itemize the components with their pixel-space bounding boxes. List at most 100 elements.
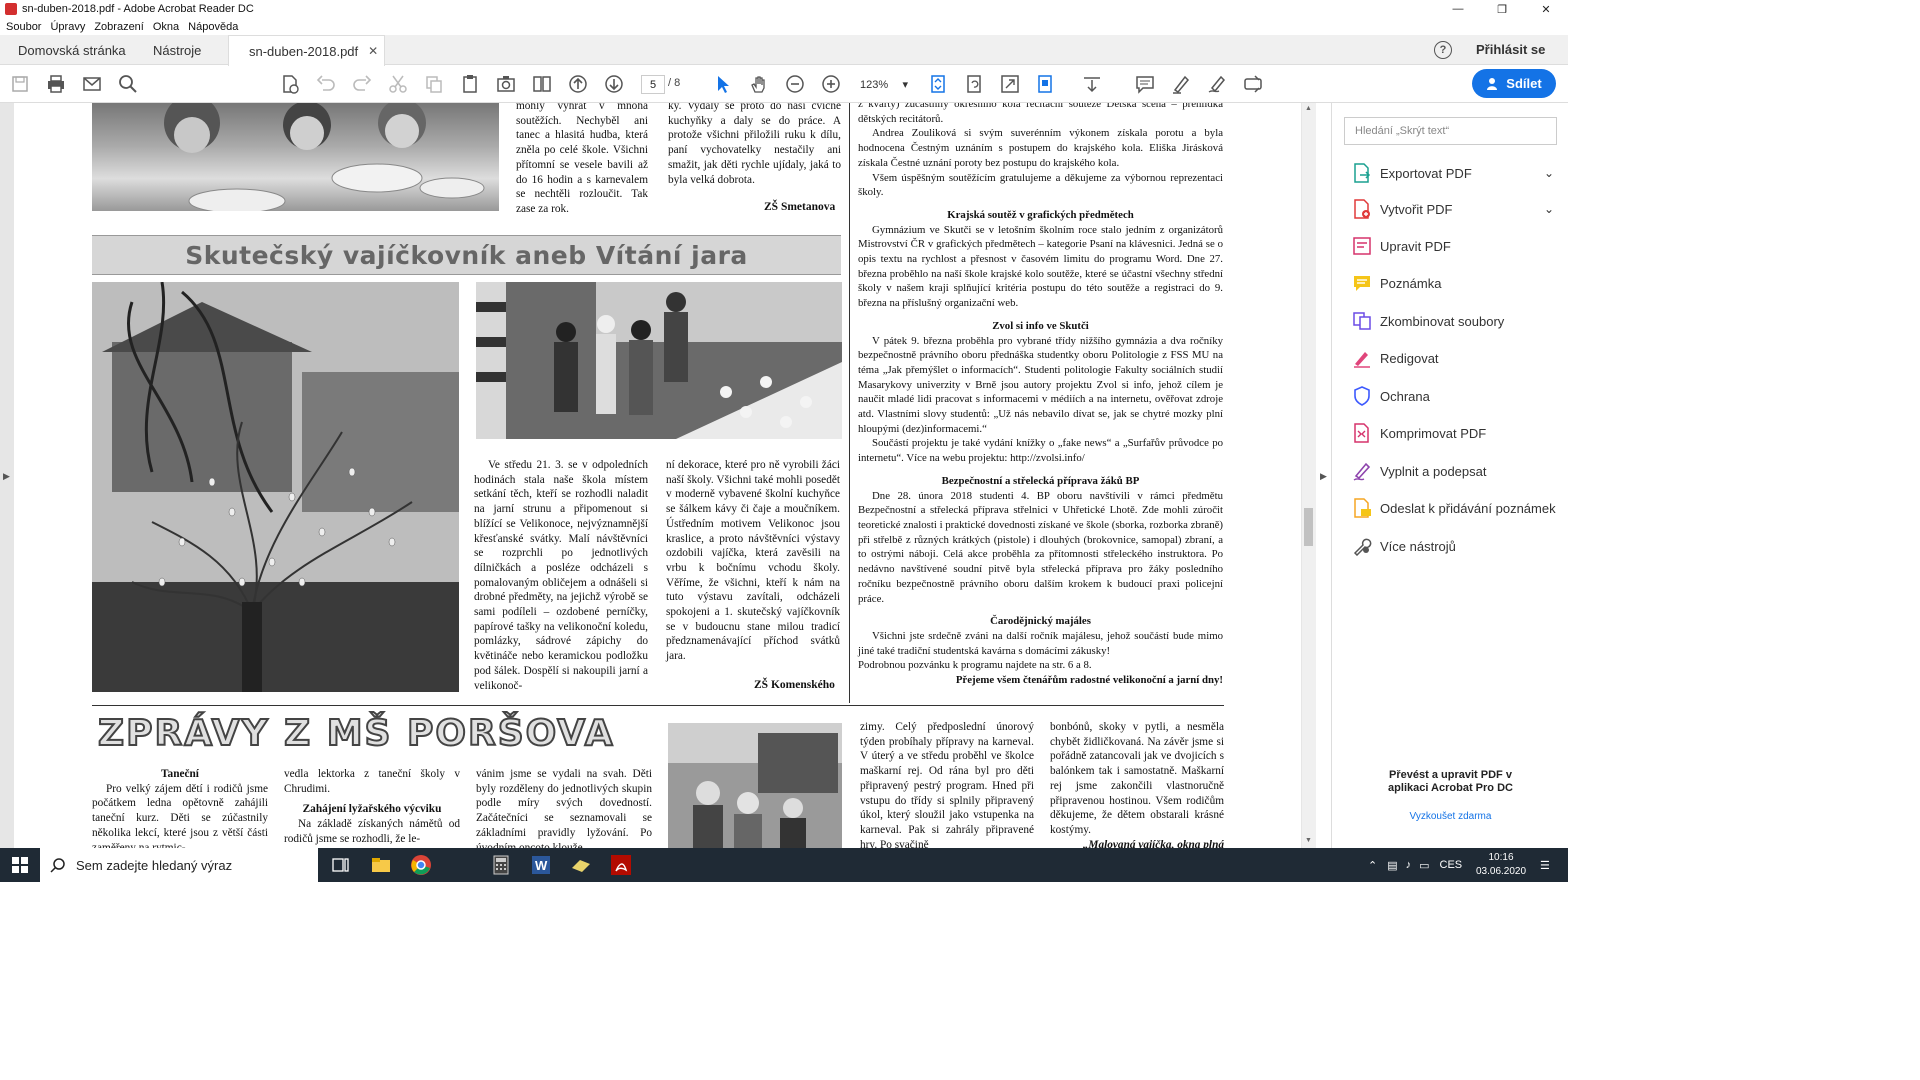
menu-item-soubor[interactable]: Soubor — [6, 21, 41, 33]
file-explorer-icon[interactable] — [370, 854, 392, 876]
tool-protect[interactable]: Ochrana — [1352, 384, 1430, 408]
cut-icon[interactable] — [388, 74, 408, 94]
notifications-icon[interactable]: ☰ — [1540, 848, 1550, 882]
fit-page-icon[interactable] — [928, 74, 948, 94]
page-number-input[interactable]: 5 — [641, 75, 665, 94]
gym-paragraph-1: Andrea Zouliková si svým suverénním výko… — [858, 127, 1223, 169]
scroll-down-icon[interactable]: ▼ — [1305, 837, 1312, 844]
close-window-button[interactable]: ✕ — [1524, 0, 1568, 18]
tool-edit-pdf[interactable]: Upravit PDF — [1352, 234, 1451, 258]
scrollbar-thumb[interactable] — [1304, 508, 1313, 546]
taskbar-search-placeholder: Sem zadejte hledaný výraz — [76, 857, 233, 873]
print-icon[interactable] — [46, 74, 66, 94]
hand-tool-icon[interactable] — [749, 74, 769, 94]
comment-icon[interactable] — [1135, 74, 1155, 94]
scroll-up-icon[interactable]: ▲ — [1305, 105, 1312, 112]
svg-text:W: W — [535, 858, 548, 873]
tool-export-pdf[interactable]: Exportovat PDF ⌄ — [1352, 161, 1554, 185]
ms-col-2: vedla lektorka z taneční školy v Chrudim… — [284, 767, 460, 847]
tool-compress-pdf[interactable]: Komprimovat PDF — [1352, 421, 1486, 445]
snapshot-icon[interactable] — [496, 74, 516, 94]
right-panel-toggle-icon[interactable]: ▶ — [1320, 471, 1327, 482]
maximize-button[interactable]: ❐ — [1480, 0, 1524, 18]
gym-paragraph-8: Podrobnou pozvánku k programu najdete na… — [858, 659, 1092, 672]
zoom-select[interactable]: 123% ▾ — [857, 75, 911, 94]
input-language[interactable]: CES — [1440, 859, 1463, 871]
sign-icon[interactable] — [1207, 74, 1227, 94]
next-page-icon[interactable] — [604, 74, 624, 94]
word-icon[interactable]: W — [530, 854, 552, 876]
tool-create-pdf[interactable]: Vytvořit PDF ⌄ — [1352, 197, 1554, 221]
redo-icon[interactable] — [352, 74, 372, 94]
close-tab-icon[interactable]: ✕ — [368, 44, 378, 58]
previous-page-icon[interactable] — [568, 74, 588, 94]
minimize-button[interactable]: — — [1436, 0, 1480, 18]
task-view-icon[interactable] — [330, 854, 352, 876]
tool-more-tools[interactable]: Více nástrojů — [1352, 534, 1456, 558]
full-screen-icon[interactable] — [1000, 74, 1020, 94]
scroll-mode-icon[interactable] — [1082, 74, 1102, 94]
volume-icon[interactable]: ♪ — [1406, 859, 1412, 871]
page-display-icon[interactable] — [1036, 74, 1056, 94]
create-pdf-icon[interactable] — [280, 74, 300, 94]
acrobat-taskbar-icon[interactable] — [610, 854, 632, 876]
save-icon[interactable] — [10, 74, 30, 94]
gym-heading-strelecka: Bezpečnostní a střelecká příprava žáků B… — [941, 474, 1140, 487]
tab-home[interactable]: Domovská stránka — [18, 35, 126, 65]
share-label: Sdílet — [1506, 76, 1542, 91]
clock[interactable]: 10:16 03.06.2020 — [1476, 851, 1526, 879]
copy-icon[interactable] — [424, 74, 444, 94]
tab-document[interactable]: sn-duben-2018.pdf ✕ — [228, 35, 386, 66]
tool-combine-files[interactable]: Zkombinovat soubory — [1352, 309, 1504, 333]
tool-fill-sign[interactable]: Vyplnit a podepsat — [1352, 459, 1486, 483]
display-icon[interactable]: ▭ — [1419, 859, 1429, 872]
menu-bar: Soubor Úpravy Zobrazení Okna Nápověda — [0, 18, 1568, 35]
promo-body: Převést a upravit PDF v aplikaci Acrobat… — [1388, 769, 1513, 794]
email-icon[interactable] — [82, 74, 102, 94]
menu-item-upravy[interactable]: Úpravy — [50, 21, 85, 33]
menu-item-okna[interactable]: Okna — [153, 21, 179, 33]
tool-label: Upravit PDF — [1380, 238, 1451, 254]
tool-send-for-comments[interactable]: Odeslat k přidávání poznámek — [1352, 496, 1556, 520]
ms-heading-tanecni: Taneční — [161, 768, 199, 780]
menu-item-zobrazeni[interactable]: Zobrazení — [94, 21, 144, 33]
find-zoom-icon[interactable] — [118, 74, 138, 94]
calculator-icon[interactable] — [490, 854, 512, 876]
windows-start-icon[interactable] — [12, 857, 28, 876]
chrome-icon[interactable] — [410, 854, 432, 876]
notes-app-icon[interactable] — [570, 854, 592, 876]
left-panel-toggle-icon[interactable]: ▶ — [3, 471, 10, 482]
ms-col-3: vánim jsme se vydali na svah. Děti byly … — [476, 768, 652, 848]
photo-exhibition-hall — [476, 282, 842, 439]
page-view-icon[interactable] — [532, 74, 552, 94]
menu-item-napoveda[interactable]: Nápověda — [188, 21, 238, 33]
tools-pane: Hledání „Skrýt text“ Exportovat PDF ⌄ Vy… — [1331, 103, 1568, 848]
chevron-down-icon[interactable]: ⌄ — [1544, 202, 1554, 216]
highlight-pen-icon[interactable] — [1171, 74, 1191, 94]
network-icon[interactable]: ▤ — [1387, 859, 1397, 872]
taskbar-search-input[interactable]: Sem zadejte hledaný výraz — [40, 848, 318, 882]
tab-tools[interactable]: Nástroje — [153, 35, 201, 65]
tool-label: Poznámka — [1380, 275, 1442, 291]
photo-easter-tree — [92, 282, 459, 692]
document-viewer[interactable]: ▶ mohly vyhrát v mnoha soutěžích. Nechyb… — [0, 103, 1316, 848]
help-icon[interactable]: ? — [1434, 41, 1452, 59]
chevron-down-icon[interactable]: ⌄ — [1544, 166, 1554, 180]
show-hidden-icons-icon[interactable]: ⌃ — [1368, 859, 1377, 872]
zoom-out-icon[interactable] — [785, 74, 805, 94]
vertical-scrollbar[interactable]: ▲ ▼ — [1302, 103, 1316, 848]
rotate-view-icon[interactable] — [964, 74, 984, 94]
tools-search-input[interactable]: Hledání „Skrýt text“ — [1344, 117, 1557, 145]
tool-redact[interactable]: Redigovat — [1352, 346, 1439, 370]
select-cursor-icon[interactable] — [713, 74, 733, 94]
tool-comment[interactable]: Poznámka — [1352, 271, 1441, 295]
windows-taskbar: Sem zadejte hledaný výraz W ⌃ ▤ ♪ ▭ CES … — [0, 848, 1568, 882]
try-free-link[interactable]: Vyzkoušet zdarma — [1332, 811, 1568, 822]
zoom-in-icon[interactable] — [821, 74, 841, 94]
sign-in-link[interactable]: Přihlásit se — [1476, 42, 1545, 57]
undo-icon[interactable] — [316, 74, 336, 94]
paste-icon[interactable] — [460, 74, 480, 94]
share-button[interactable]: Sdílet — [1472, 69, 1556, 98]
more-tools-icon[interactable] — [1243, 74, 1263, 94]
ms-text-lektorka: vedla lektorka z taneční školy v Chrudim… — [284, 768, 460, 795]
